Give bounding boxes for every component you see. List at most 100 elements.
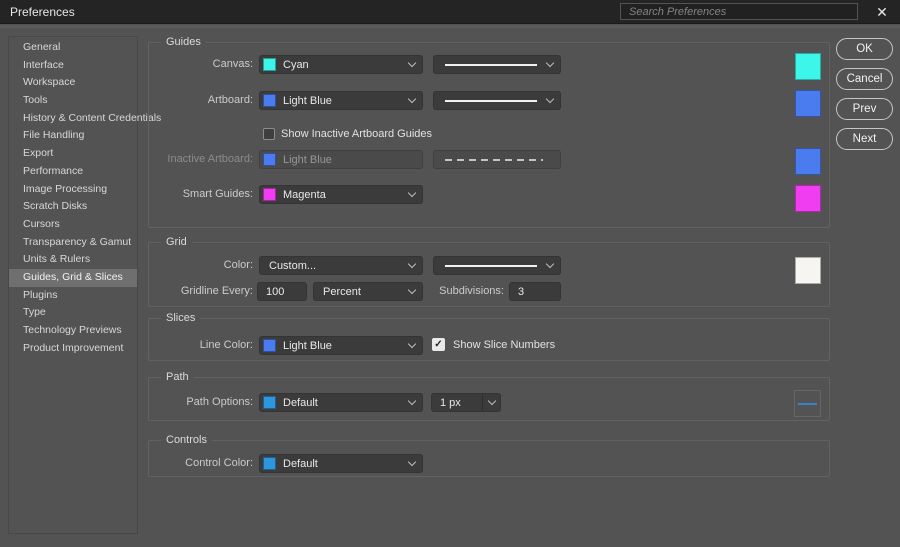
smart-guides-color-value: Magenta bbox=[283, 189, 326, 201]
path-section: Path Path Options: Default 1 px bbox=[148, 377, 830, 421]
chevron-down-icon bbox=[546, 260, 554, 268]
artboard-color-value: Light Blue bbox=[283, 95, 332, 107]
gridline-every-input[interactable] bbox=[257, 282, 307, 301]
control-color-label: Control Color: bbox=[149, 454, 253, 473]
controls-section: Controls Control Color: Default bbox=[148, 440, 830, 477]
sidebar-item-guides-grid-slices[interactable]: Guides, Grid & Slices bbox=[9, 269, 137, 287]
chevron-down-icon bbox=[408, 189, 416, 197]
grid-color-select[interactable]: Custom... bbox=[259, 256, 423, 275]
show-slice-numbers-checkbox[interactable]: ✓ bbox=[432, 338, 445, 351]
gridline-every-label: Gridline Every: bbox=[149, 282, 253, 301]
smart-guides-color-select[interactable]: Magenta bbox=[259, 185, 423, 204]
window-title: Preferences bbox=[10, 0, 75, 24]
cancel-button[interactable]: Cancel bbox=[836, 68, 893, 90]
artboard-color-swatch-icon bbox=[263, 94, 276, 107]
inactive-artboard-color-value: Light Blue bbox=[283, 154, 332, 166]
sidebar-item-history-content-credentials[interactable]: History & Content Credentials bbox=[9, 110, 137, 128]
chevron-down-icon bbox=[408, 260, 416, 268]
chevron-down-icon bbox=[408, 59, 416, 67]
artboard-label: Artboard: bbox=[149, 91, 253, 110]
dashed-line-icon bbox=[445, 159, 543, 161]
solid-line-icon bbox=[445, 265, 537, 267]
sidebar-item-type[interactable]: Type bbox=[9, 304, 137, 322]
smart-guides-color-swatch-icon bbox=[263, 188, 276, 201]
subdivisions-input[interactable] bbox=[509, 282, 561, 301]
controls-section-title: Controls bbox=[161, 434, 212, 447]
sidebar-item-workspace[interactable]: Workspace bbox=[9, 74, 137, 92]
slice-line-color-swatch-icon bbox=[263, 339, 276, 352]
control-color-select[interactable]: Default bbox=[259, 454, 423, 473]
canvas-color-value: Cyan bbox=[283, 59, 309, 71]
sidebar-item-scratch-disks[interactable]: Scratch Disks bbox=[9, 198, 137, 216]
next-button[interactable]: Next bbox=[836, 128, 893, 150]
inactive-artboard-color-preview bbox=[795, 148, 821, 175]
path-options-label: Path Options: bbox=[149, 393, 253, 412]
path-options-select[interactable]: Default bbox=[259, 393, 423, 412]
preferences-category-list: General Interface Workspace Tools Histor… bbox=[8, 36, 138, 534]
sidebar-item-cursors[interactable]: Cursors bbox=[9, 216, 137, 234]
sidebar-item-technology-previews[interactable]: Technology Previews bbox=[9, 322, 137, 340]
title-bar: Preferences ✕ bbox=[0, 0, 900, 24]
gridline-unit-value: Percent bbox=[317, 286, 361, 298]
sidebar-item-units-rulers[interactable]: Units & Rulers bbox=[9, 251, 137, 269]
sidebar-item-plugins[interactable]: Plugins bbox=[9, 287, 137, 305]
chevron-down-icon bbox=[546, 95, 554, 103]
sidebar-item-export[interactable]: Export bbox=[9, 145, 137, 163]
sidebar-item-transparency-gamut[interactable]: Transparency & Gamut bbox=[9, 234, 137, 252]
sidebar-item-product-improvement[interactable]: Product Improvement bbox=[9, 340, 137, 358]
dialog-top-highlight bbox=[0, 25, 900, 28]
prev-button[interactable]: Prev bbox=[836, 98, 893, 120]
path-options-color-swatch-icon bbox=[263, 396, 276, 409]
show-inactive-artboard-guides-checkbox[interactable] bbox=[263, 128, 275, 140]
sidebar-item-general[interactable]: General bbox=[9, 39, 137, 57]
ok-button[interactable]: OK bbox=[836, 38, 893, 60]
sidebar-item-performance[interactable]: Performance bbox=[9, 163, 137, 181]
grid-line-style-select[interactable] bbox=[433, 256, 561, 275]
show-slice-numbers-label: Show Slice Numbers bbox=[453, 338, 555, 352]
control-color-swatch-icon bbox=[263, 457, 276, 470]
slice-line-color-label: Line Color: bbox=[149, 336, 253, 355]
grid-color-value: Custom... bbox=[263, 260, 316, 272]
artboard-color-select[interactable]: Light Blue bbox=[259, 91, 423, 110]
inactive-artboard-color-select: Light Blue bbox=[259, 150, 423, 169]
sidebar-item-file-handling[interactable]: File Handling bbox=[9, 127, 137, 145]
path-options-value: Default bbox=[283, 397, 318, 409]
smart-guides-color-preview bbox=[795, 185, 821, 212]
chevron-down-icon bbox=[408, 397, 416, 405]
search-input[interactable] bbox=[620, 3, 858, 20]
grid-section-title: Grid bbox=[161, 236, 192, 249]
canvas-color-select[interactable]: Cyan bbox=[259, 55, 423, 74]
canvas-guide-color-preview bbox=[795, 53, 821, 80]
slice-line-color-value: Light Blue bbox=[283, 340, 332, 352]
chevron-down-icon bbox=[408, 340, 416, 348]
path-line-preview-stroke bbox=[798, 403, 817, 405]
guides-section-title: Guides bbox=[161, 36, 206, 49]
chevron-down-icon bbox=[546, 59, 554, 67]
subdivisions-label: Subdivisions: bbox=[389, 282, 504, 301]
grid-color-label: Color: bbox=[149, 256, 253, 275]
inactive-artboard-line-style-select bbox=[433, 150, 561, 169]
slices-section-title: Slices bbox=[161, 312, 200, 325]
solid-line-icon bbox=[445, 64, 537, 66]
chevron-down-icon bbox=[482, 394, 500, 411]
path-line-preview bbox=[794, 390, 821, 417]
sidebar-item-image-processing[interactable]: Image Processing bbox=[9, 181, 137, 199]
sidebar-item-tools[interactable]: Tools bbox=[9, 92, 137, 110]
slice-line-color-select[interactable]: Light Blue bbox=[259, 336, 423, 355]
smart-guides-label: Smart Guides: bbox=[149, 185, 253, 204]
grid-section: Grid Color: Custom... Gridline Every: Pe… bbox=[148, 242, 830, 307]
artboard-guide-color-preview bbox=[795, 90, 821, 117]
path-line-width-value: 1 px bbox=[440, 397, 461, 409]
close-icon[interactable]: ✕ bbox=[872, 2, 892, 22]
artboard-line-style-select[interactable] bbox=[433, 91, 561, 110]
path-line-width-select[interactable]: 1 px bbox=[431, 393, 501, 412]
slices-section: Slices Line Color: Light Blue ✓ Show Sli… bbox=[148, 318, 830, 361]
sidebar-item-interface[interactable]: Interface bbox=[9, 57, 137, 75]
solid-line-icon bbox=[445, 100, 537, 102]
path-section-title: Path bbox=[161, 371, 194, 384]
canvas-line-style-select[interactable] bbox=[433, 55, 561, 74]
control-color-value: Default bbox=[283, 458, 318, 470]
chevron-down-icon bbox=[408, 95, 416, 103]
guides-section: Guides Canvas: Cyan Artboard: Light Blue… bbox=[148, 42, 830, 228]
show-inactive-artboard-guides-label: Show Inactive Artboard Guides bbox=[281, 127, 432, 141]
